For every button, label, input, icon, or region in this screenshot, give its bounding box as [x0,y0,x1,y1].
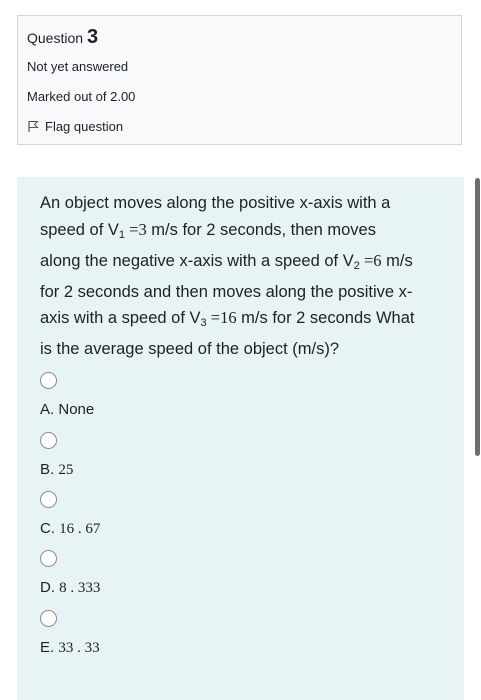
question-line-5: axis with a speed of V3 =16 m/s for 2 se… [40,305,445,337]
scrollbar-thumb[interactable] [475,178,480,456]
question-content: An object moves along the positive x-axi… [17,177,464,700]
flag-question-link[interactable]: Flag question [27,119,123,134]
question-text: An object moves along the positive x-axi… [40,191,445,362]
question-line-1: An object moves along the positive x-axi… [40,194,391,212]
question-title: Question 3 [27,26,98,49]
option-value: 33 . 33 [58,640,100,656]
radio-button[interactable] [40,610,57,627]
option-letter: C. [40,520,55,537]
option-value: 16 . 67 [59,521,101,537]
radio-button[interactable] [40,550,57,567]
radio-button[interactable] [40,432,57,449]
flag-icon [28,121,39,132]
question-line-2: speed of V1 =3 m/s for 2 seconds, then m… [40,217,445,249]
option-label: D. 8 . 333 [40,579,100,597]
answer-option-d[interactable]: D. 8 . 333 [40,550,100,597]
unit: m/s [381,252,413,270]
question-line-4: for 2 seconds and then moves along the p… [40,282,413,301]
math-value: =3 [125,219,147,239]
math-value: =6 [359,251,382,270]
question-text-fragment: m/s for 2 seconds, then moves [146,220,376,239]
option-letter: A. [40,401,55,418]
option-value: 8 . 333 [59,580,101,596]
math-value: =16 [206,308,237,327]
option-label: E. 33 . 33 [40,639,100,657]
option-value: 25 [58,462,74,478]
answer-state: Not yet answered [27,59,129,74]
question-text-fragment: along the negative x-axis with a speed o… [40,252,343,270]
variable: V [189,309,201,327]
question-text-fragment: m/s for 2 seconds What [236,309,415,327]
option-value: None [58,401,95,418]
question-number: 3 [87,26,99,48]
question-text-fragment: axis with a speed of [40,309,190,327]
flag-question-label: Flag question [45,119,124,134]
question-info-panel: Question 3 Not yet answered Marked out of… [17,15,462,145]
question-prefix: Question [27,30,84,46]
answer-option-e[interactable]: E. 33 . 33 [40,610,100,657]
question-line-6: is the average speed of the object (m/s)… [40,339,339,358]
question-line-3: along the negative x-axis with a speed o… [40,248,445,280]
variable: V [342,252,354,270]
option-letter: D. [40,579,55,596]
answer-option-a[interactable]: A. None [40,372,94,418]
option-label: C. 16 . 67 [40,520,100,538]
question-text-fragment: speed of V [40,220,119,239]
option-label: B. 25 [40,461,73,479]
grade-info: Marked out of 2.00 [27,89,136,104]
answer-option-b[interactable]: B. 25 [40,432,73,479]
radio-button[interactable] [40,372,57,389]
option-letter: E. [40,639,55,656]
radio-button[interactable] [40,491,57,508]
answer-option-c[interactable]: C. 16 . 67 [40,491,100,538]
option-label: A. None [40,401,94,418]
option-letter: B. [40,461,55,478]
